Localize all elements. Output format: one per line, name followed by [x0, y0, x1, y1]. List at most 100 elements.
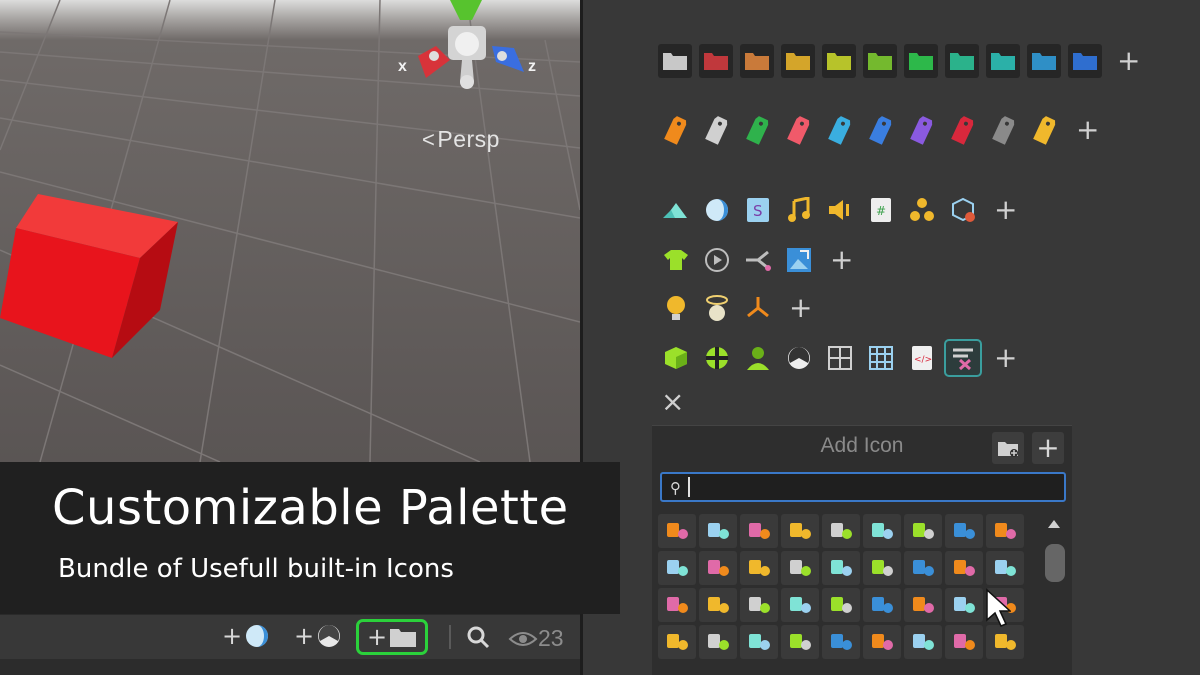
play-circle-icon[interactable]: [699, 242, 735, 278]
add-icon-row-3-button[interactable]: +: [789, 294, 812, 322]
tag-color-swatch[interactable]: [740, 112, 776, 148]
popup-add-button[interactable]: +: [1032, 432, 1064, 464]
visibility-toggle[interactable]: 23: [508, 625, 564, 652]
add-sphere-button[interactable]: +: [222, 623, 270, 649]
projection-toggle[interactable]: <Persp: [422, 126, 500, 153]
folder-color-swatch[interactable]: [904, 44, 938, 78]
play-circle-icon[interactable]: [863, 514, 901, 548]
orientation-gizmo[interactable]: x z: [392, 0, 552, 100]
light-bulb-icon[interactable]: [658, 290, 694, 326]
avatar-icon[interactable]: [740, 340, 776, 376]
add-folder-button[interactable]: +: [356, 619, 429, 655]
folder-color-swatch[interactable]: [945, 44, 979, 78]
audio-clip-icon[interactable]: [781, 192, 817, 228]
image-icon[interactable]: [781, 242, 817, 278]
close-icon[interactable]: ×: [661, 388, 684, 416]
icon-search[interactable]: ⚲: [660, 472, 1066, 502]
image-icon[interactable]: [781, 514, 819, 548]
audio-source-icon[interactable]: [986, 551, 1024, 585]
sphere-icon[interactable]: [699, 192, 735, 228]
barrier-icon[interactable]: [699, 514, 737, 548]
prefab-variant-icon[interactable]: [945, 192, 981, 228]
avatar-icon[interactable]: [986, 514, 1024, 548]
folder-color-swatch[interactable]: [986, 44, 1020, 78]
clock-icon[interactable]: [740, 551, 778, 585]
clock-icon[interactable]: [822, 551, 860, 585]
script-icon[interactable]: #: [863, 192, 899, 228]
blobs-icon[interactable]: [986, 625, 1024, 659]
add-icon-row-1-button[interactable]: +: [994, 196, 1017, 224]
flag-icon[interactable]: [904, 551, 942, 585]
add-folder-color-button[interactable]: +: [1117, 47, 1140, 75]
folder-color-swatch[interactable]: [1027, 44, 1061, 78]
joint-icon[interactable]: [740, 290, 776, 326]
terrain-icon[interactable]: [658, 192, 694, 228]
tag-color-swatch[interactable]: [1027, 112, 1063, 148]
folder-color-swatch[interactable]: [822, 44, 856, 78]
sort-icon[interactable]: [945, 551, 983, 585]
runner-icon[interactable]: [740, 514, 778, 548]
add-physics-button[interactable]: +: [294, 623, 342, 649]
add-icon-row-2-button[interactable]: +: [830, 246, 853, 274]
hierarchy-icon[interactable]: [945, 514, 983, 548]
headphones-icon[interactable]: [822, 588, 860, 622]
joint-icon[interactable]: [781, 551, 819, 585]
shirt-icon[interactable]: [699, 625, 737, 659]
warning-icon[interactable]: [945, 588, 983, 622]
edit-icon[interactable]: [863, 551, 901, 585]
folder-color-swatch[interactable]: [863, 44, 897, 78]
export-icon[interactable]: [781, 625, 819, 659]
humanoid-icon[interactable]: [658, 551, 696, 585]
wedge-icon[interactable]: [699, 588, 737, 622]
html-icon[interactable]: </>: [904, 340, 940, 376]
shader-icon[interactable]: S: [740, 192, 776, 228]
branch-icon[interactable]: [740, 242, 776, 278]
tag-color-swatch[interactable]: [945, 112, 981, 148]
audio-clip-icon[interactable]: [781, 588, 819, 622]
cube-icon[interactable]: [658, 340, 694, 376]
terrain-icon[interactable]: [699, 551, 737, 585]
red-cube[interactable]: [0, 190, 185, 365]
folder-color-swatch[interactable]: [1068, 44, 1102, 78]
add-tag-color-button[interactable]: +: [1076, 116, 1099, 144]
search-input[interactable]: [688, 477, 1048, 497]
picture-icon[interactable]: [904, 625, 942, 659]
run-icon[interactable]: [658, 514, 696, 548]
eye-icon[interactable]: [945, 625, 983, 659]
branch-icon[interactable]: [822, 514, 860, 548]
material-ball-icon[interactable]: [699, 340, 735, 376]
tag-color-swatch[interactable]: [986, 112, 1022, 148]
shirt-icon[interactable]: [658, 242, 694, 278]
add-folder-button[interactable]: [992, 432, 1024, 464]
terrain-icon[interactable]: [904, 514, 942, 548]
add-icon-row-4-button[interactable]: +: [994, 344, 1017, 372]
scroll-up-arrow-icon[interactable]: [1048, 520, 1060, 528]
audio-source-icon[interactable]: [822, 192, 858, 228]
table-grid-icon[interactable]: [863, 340, 899, 376]
sort-icon[interactable]: [944, 339, 982, 377]
film-icon[interactable]: [658, 625, 696, 659]
tag-color-swatch[interactable]: [822, 112, 858, 148]
tag-color-swatch[interactable]: [863, 112, 899, 148]
disc-icon[interactable]: [822, 625, 860, 659]
ramp-icon[interactable]: [658, 588, 696, 622]
search-button[interactable]: [466, 625, 490, 649]
folder-color-swatch[interactable]: [658, 44, 692, 78]
scene-view[interactable]: x z <Persp: [0, 0, 580, 462]
tag-color-swatch[interactable]: [904, 112, 940, 148]
tag-color-swatch[interactable]: [699, 112, 735, 148]
broom-icon[interactable]: [904, 588, 942, 622]
particles-icon[interactable]: [904, 192, 940, 228]
physics-icon[interactable]: [781, 340, 817, 376]
halo-icon[interactable]: [699, 290, 735, 326]
light-bulb-icon[interactable]: [863, 625, 901, 659]
tree-icon[interactable]: [740, 588, 778, 622]
folder-color-swatch[interactable]: [781, 44, 815, 78]
tag-color-swatch[interactable]: [658, 112, 694, 148]
rig-icon[interactable]: [863, 588, 901, 622]
grid-icon[interactable]: [822, 340, 858, 376]
camera-icon[interactable]: [740, 625, 778, 659]
folder-color-swatch[interactable]: [740, 44, 774, 78]
folder-color-swatch[interactable]: [699, 44, 733, 78]
scrollbar-thumb[interactable]: [1045, 544, 1065, 582]
